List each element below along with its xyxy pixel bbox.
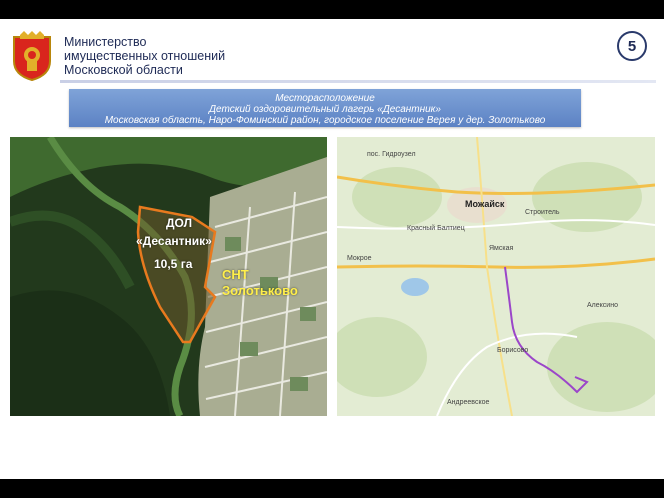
snt-label-line-2: Золотьково: [222, 283, 298, 298]
map-town-label: Красный Балтиец: [407, 225, 465, 232]
page-number-badge: 5: [617, 31, 647, 61]
ministry-line-1: Министерство: [64, 35, 147, 49]
snt-label: СНТ Золотьково: [222, 267, 298, 299]
banner-heading: Месторасположение: [275, 93, 375, 104]
location-map-image: [337, 137, 655, 416]
map-town-label: Ямская: [489, 245, 514, 252]
map-city-label: Можайск: [465, 199, 505, 209]
map-town-label: Мокрое: [347, 255, 372, 262]
map-town-label: пос. Гидроузел: [367, 151, 416, 158]
location-map: Можайск пос. Гидроузел Красный Балтиец С…: [337, 137, 655, 416]
map-town-label: Борисово: [497, 347, 529, 354]
ministry-line-2: имущественных отношений: [64, 49, 226, 63]
banner-address: Московская область, Наро-Фоминский район…: [104, 115, 546, 126]
camp-label: ДОЛ: [166, 216, 193, 230]
ministry-line-3: Московской области: [64, 63, 183, 77]
camp-name-label: «Десантник»: [136, 234, 212, 248]
snt-label-line-1: СНТ: [222, 267, 249, 282]
header-divider: [60, 80, 656, 83]
map-town-label: Строитель: [525, 209, 560, 216]
aerial-photo: ДОЛ «Десантник» 10,5 га СНТ Золотьково: [10, 137, 327, 416]
camp-area-label: 10,5 га: [154, 257, 193, 271]
moscow-oblast-coat-of-arms-icon: [10, 31, 54, 82]
map-town-label: Андреевское: [447, 399, 490, 406]
banner-camp-name: Детский оздоровительный лагерь «Десантни…: [209, 104, 441, 115]
ministry-title: Министерство имущественных отношений Мос…: [64, 35, 284, 77]
map-town-label: Алексино: [587, 302, 618, 309]
slide: Министерство имущественных отношений Мос…: [0, 19, 664, 479]
location-banner: Месторасположение Детский оздоровительны…: [69, 89, 581, 127]
